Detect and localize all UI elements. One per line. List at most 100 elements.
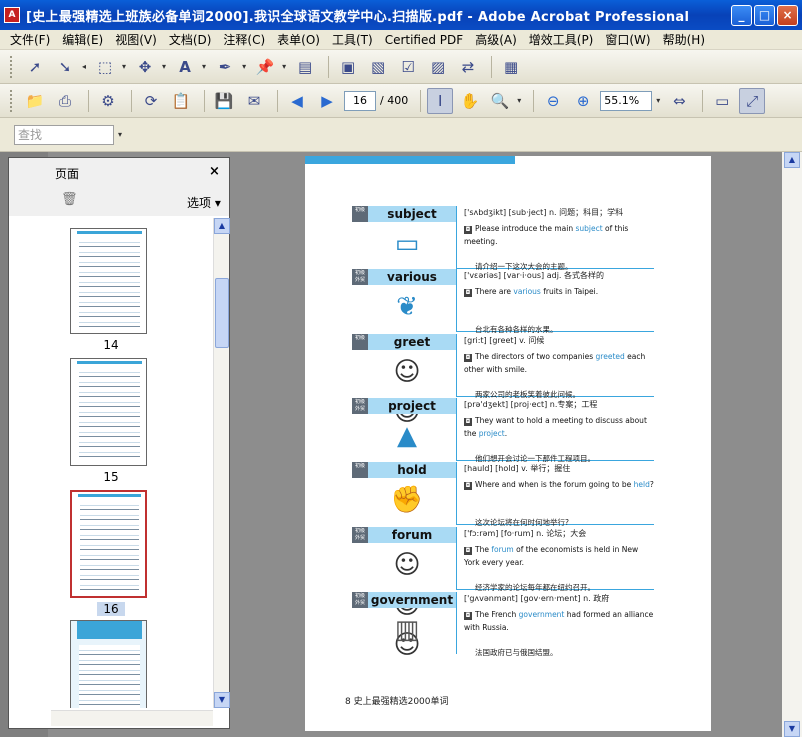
chevron-down-icon[interactable]: ▾ bbox=[656, 96, 660, 105]
chevron-down-icon[interactable]: ▾ bbox=[242, 62, 246, 71]
zoom-level-input[interactable]: 55.1% bbox=[600, 90, 653, 111]
menu-window[interactable]: 窗口(W) bbox=[601, 31, 658, 48]
page-thumbnail-selected[interactable] bbox=[70, 490, 147, 598]
vocab-entry: 初级 外贸 forum ☺☺☺ ['fɔ:rəm] [fo·rum] n. 论坛… bbox=[352, 527, 654, 660]
divider bbox=[456, 269, 457, 331]
open-folder-icon[interactable]: 📁 bbox=[22, 88, 48, 114]
select-arrow-icon[interactable]: ➚ bbox=[22, 54, 48, 80]
divider bbox=[456, 334, 457, 396]
zoom-in-icon[interactable]: ⊕ bbox=[570, 88, 596, 114]
thumbnail-label: 14 bbox=[103, 338, 119, 352]
page-thumbnail[interactable] bbox=[70, 620, 147, 708]
single-page-icon[interactable]: ▭ bbox=[709, 88, 735, 114]
menu-file[interactable]: 文件(F) bbox=[6, 31, 58, 48]
page-number-input[interactable]: 16 bbox=[344, 90, 376, 111]
trash-icon[interactable]: 🗑 bbox=[61, 192, 78, 208]
scroll-thumb[interactable] bbox=[215, 278, 229, 348]
rectangle-select-icon[interactable]: ⬚ bbox=[92, 54, 118, 80]
options-menu[interactable]: 选项 ▾ bbox=[187, 194, 221, 211]
find-page-icon[interactable]: ▣ bbox=[335, 54, 361, 80]
toolbar-grip[interactable] bbox=[10, 55, 14, 78]
fit-width-icon[interactable]: ⇔ bbox=[666, 88, 692, 114]
chevron-down-icon[interactable]: ▾ bbox=[282, 62, 286, 71]
divider bbox=[456, 398, 457, 460]
board-icon: ▭ bbox=[394, 229, 420, 259]
export-icon[interactable]: ⇄ bbox=[455, 54, 481, 80]
panel-vertical-scrollbar[interactable]: ▲ ▼ bbox=[213, 218, 230, 708]
toolbar-separator bbox=[491, 55, 493, 78]
find-input[interactable]: 查找 bbox=[14, 124, 114, 145]
example-highlight: subject bbox=[575, 224, 603, 233]
chevron-down-icon[interactable]: ▾ bbox=[202, 62, 206, 71]
email-icon[interactable]: ✉ bbox=[241, 88, 267, 114]
divider bbox=[456, 592, 457, 654]
level-badge: 初级 外贸 bbox=[352, 592, 368, 608]
close-button[interactable]: × bbox=[777, 5, 798, 26]
menu-tools[interactable]: 工具(T) bbox=[328, 31, 381, 48]
level-badge: 初级 外贸 bbox=[352, 527, 368, 543]
bookmark-page-icon[interactable]: ▧ bbox=[365, 54, 391, 80]
example-bullet-icon: ◘ bbox=[464, 418, 472, 426]
page-total: / 400 bbox=[380, 94, 409, 107]
select-text-icon[interactable]: ➘ bbox=[52, 54, 78, 80]
example-sentence: ◘ There are various fruits in Taipei. bbox=[464, 285, 654, 298]
example-highlight: government bbox=[518, 610, 565, 619]
example-bullet-icon: ◘ bbox=[464, 289, 472, 297]
form-icon[interactable]: ▦ bbox=[498, 54, 524, 80]
image-icon[interactable]: ▨ bbox=[425, 54, 451, 80]
text-tool-icon[interactable]: A bbox=[172, 54, 198, 80]
menu-forms[interactable]: 表单(O) bbox=[273, 31, 328, 48]
close-icon[interactable]: × bbox=[209, 164, 220, 179]
pyramid-icon: ▲ bbox=[397, 421, 417, 451]
chevron-down-icon[interactable]: ▾ bbox=[517, 96, 521, 105]
scroll-up-icon[interactable]: ▲ bbox=[214, 218, 230, 234]
minimize-button[interactable]: _ bbox=[731, 5, 752, 26]
zoom-out-icon[interactable]: ⊖ bbox=[540, 88, 566, 114]
document-view[interactable]: 初级 subject ▭ ['sʌbdʒikt] [sub·ject] n. 问… bbox=[237, 152, 782, 737]
zoom-icon[interactable]: 🔍 bbox=[487, 88, 513, 114]
divider bbox=[456, 206, 457, 268]
settings-icon[interactable]: ⚙ bbox=[95, 88, 121, 114]
chevron-down-icon[interactable]: ▾ bbox=[118, 130, 122, 139]
menu-document[interactable]: 文档(D) bbox=[165, 31, 220, 48]
save-icon[interactable]: 💾 bbox=[211, 88, 237, 114]
page-thumbnail[interactable] bbox=[70, 358, 147, 466]
vocab-entry: 初级 hold ✊ [hauld] [hold] v. 举行；握住 ◘ Where… bbox=[352, 462, 654, 527]
pen-icon[interactable]: ✒ bbox=[212, 54, 238, 80]
menu-view[interactable]: 视图(V) bbox=[111, 31, 165, 48]
chevron-down-icon[interactable]: ◂ bbox=[82, 62, 86, 71]
phonetic: ['gʌvənmənt] [gov·ern·ment] n. 政府 bbox=[464, 594, 610, 603]
scroll-up-icon[interactable]: ▲ bbox=[784, 152, 800, 168]
building-icon: ▥ bbox=[394, 615, 420, 645]
menu-certified-pdf[interactable]: Certified PDF bbox=[381, 33, 472, 47]
page-thumbnail[interactable] bbox=[70, 228, 147, 334]
sync-icon[interactable]: ⟳ bbox=[138, 88, 164, 114]
page-icon[interactable]: ▤ bbox=[292, 54, 318, 80]
text-select-icon[interactable]: Ⅰ bbox=[427, 87, 454, 114]
pin-icon[interactable]: 📌 bbox=[252, 54, 278, 80]
move-icon[interactable]: ✥ bbox=[132, 54, 158, 80]
panel-horizontal-scrollbar[interactable] bbox=[51, 710, 213, 726]
scroll-down-icon[interactable]: ▼ bbox=[784, 721, 800, 737]
fit-page-icon[interactable]: ⤢ bbox=[739, 87, 766, 114]
hand-icon[interactable]: ✋ bbox=[457, 88, 483, 114]
toolbar-grip[interactable] bbox=[10, 89, 14, 112]
people-icon: ☺☺ bbox=[393, 357, 421, 427]
checkbox-icon[interactable]: ☑ bbox=[395, 54, 421, 80]
chevron-down-icon[interactable]: ▾ bbox=[122, 62, 126, 71]
maximize-button[interactable]: □ bbox=[754, 5, 775, 26]
example-text: The bbox=[475, 545, 492, 554]
menu-plugins[interactable]: 增效工具(P) bbox=[525, 31, 602, 48]
previous-page-icon[interactable]: ◀ bbox=[284, 88, 310, 114]
example-sentence: ◘ The French government had formed an all… bbox=[464, 608, 654, 634]
clipboard-icon[interactable]: 📋 bbox=[168, 88, 194, 114]
next-page-icon[interactable]: ▶ bbox=[314, 88, 340, 114]
document-vertical-scrollbar[interactable]: ▲ ▼ bbox=[782, 152, 802, 737]
chevron-down-icon[interactable]: ▾ bbox=[162, 62, 166, 71]
menu-help[interactable]: 帮助(H) bbox=[659, 31, 713, 48]
menu-edit[interactable]: 编辑(E) bbox=[58, 31, 111, 48]
print-icon[interactable]: ⎙ bbox=[52, 88, 78, 114]
scroll-down-icon[interactable]: ▼ bbox=[214, 692, 230, 708]
menu-comments[interactable]: 注释(C) bbox=[219, 31, 273, 48]
menu-advanced[interactable]: 高级(A) bbox=[471, 31, 525, 48]
